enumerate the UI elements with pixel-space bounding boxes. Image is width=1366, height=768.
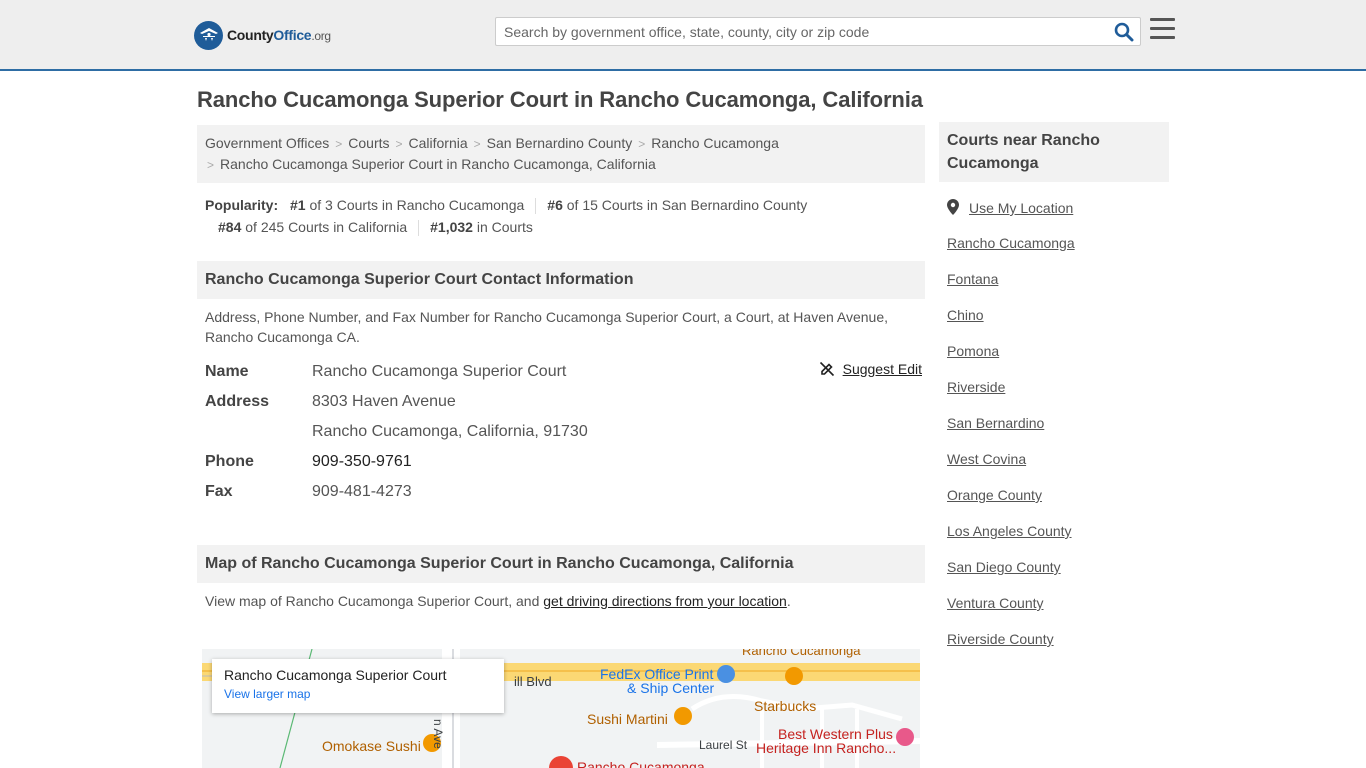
logo-text: CountyOffice.org [227,27,331,43]
map-description: View map of Rancho Cucamonga Superior Co… [205,593,791,609]
chevron-right-icon: > [638,137,646,151]
map-label-hill-blvd: ill Blvd [514,674,552,689]
sidebar-link-west-covina[interactable]: West Covina [947,451,1026,467]
sidebar-link-fontana[interactable]: Fontana [947,271,998,287]
name-value: Rancho Cucamonga Superior Court [312,363,567,380]
search-icon[interactable] [1114,22,1134,42]
address-line2: Rancho Cucamonga, California, 91730 [312,423,588,440]
contact-description: Address, Phone Number, and Fax Number fo… [205,309,888,345]
phone-label: Phone [205,453,254,470]
map-heading: Map of Rancho Cucamonga Superior Court i… [197,545,925,583]
use-my-location-item: Use My Location [947,199,1169,235]
popularity: Popularity: #1 of 3 Courts in Rancho Cuc… [197,194,925,238]
driving-directions-link[interactable]: get driving directions from your locatio… [543,593,787,609]
sidebar-link-san-bernardino[interactable]: San Bernardino [947,415,1044,431]
name-label: Name [205,363,249,380]
chevron-right-icon: > [207,158,215,172]
map-label-rancho-top: Rancho Cucamonga [742,649,861,658]
divider [418,220,420,237]
page-title: Rancho Cucamonga Superior Court in Ranch… [197,87,923,112]
breadcrumb: Government Offices > Courts > California > San… [197,125,925,183]
suggest-edit-label: Suggest Edit [842,361,922,377]
sidebar-link-rancho-cucamonga[interactable]: Rancho Cucamonga [947,235,1075,251]
map-label-rancho-bottom: Rancho Cucamonga [577,759,705,768]
breadcrumb-california[interactable]: California [409,135,468,151]
contact-table: Suggest Edit Name Rancho Cucamonga Superi… [197,357,925,507]
site-logo[interactable]: CountyOffice.org [194,20,331,50]
sidebar-link-riverside[interactable]: Riverside [947,379,1005,395]
search-box [495,17,1141,46]
map-poi-starbucks[interactable]: Starbucks [754,698,816,714]
sidebar-link-pomona[interactable]: Pomona [947,343,999,359]
suggest-edit-button[interactable]: Suggest Edit [819,361,922,377]
map-card-title: Rancho Cucamonga Superior Court [224,667,447,683]
map-embed[interactable]: Rancho Cucamonga ill Blvd FedEx Office P… [202,649,920,768]
sidebar-link-chino[interactable]: Chino [947,307,984,323]
fax-label: Fax [205,483,233,500]
breadcrumb-government-offices[interactable]: Government Offices [205,135,329,151]
search-input[interactable] [504,22,1094,42]
phone-link[interactable]: 909-350-9761 [312,453,412,470]
map-poi-fedex-line2: & Ship Center [627,680,715,696]
sidebar-link-orange-county[interactable]: Orange County [947,487,1042,503]
breadcrumb-courts[interactable]: Courts [348,135,389,151]
address-line1: 8303 Haven Avenue [312,393,456,410]
breadcrumb-current: Rancho Cucamonga Superior Court in Ranch… [220,156,656,172]
use-my-location-link[interactable]: Use My Location [969,200,1073,216]
map-pin-icon [947,199,959,215]
row-name: Name Rancho Cucamonga Superior Court [205,357,917,387]
sidebar-list: Use My Location Rancho Cucamonga Fontana… [939,199,1169,667]
hamburger-menu-icon[interactable] [1150,18,1175,42]
row-fax: Fax 909-481-4273 [205,477,917,507]
sidebar-heading: Courts near Rancho Cucamonga [939,122,1169,182]
popularity-item: #84 of 245 Courts in California [218,219,408,235]
map-poi-sushi-martini[interactable]: Sushi Martini [587,711,668,727]
divider [535,198,537,215]
chevron-right-icon: > [395,137,403,151]
map-info-card: Rancho Cucamonga Superior Court View lar… [212,659,504,713]
site-header: CountyOffice.org [0,0,1366,71]
popularity-item: #1 of 3 Courts in Rancho Cucamonga [290,197,525,213]
popularity-item: #6 of 15 Courts in San Bernardino County [547,197,808,213]
map-label-laurel-st: Laurel St [699,738,748,752]
sidebar-link-los-angeles-county[interactable]: Los Angeles County [947,523,1072,539]
view-larger-map-link[interactable]: View larger map [224,687,492,701]
sidebar-link-san-diego-county[interactable]: San Diego County [947,559,1061,575]
address-label: Address [205,393,270,410]
map-poi-omokase-sushi[interactable]: Omokase Sushi [322,738,421,754]
breadcrumb-rancho-cucamonga[interactable]: Rancho Cucamonga [651,135,779,151]
row-phone: Phone 909-350-9761 [205,447,917,477]
map-poi-best-western-line2: Heritage Inn Rancho... [756,740,897,756]
sidebar-link-ventura-county[interactable]: Ventura County [947,595,1044,611]
breadcrumb-san-bernardino-county[interactable]: San Bernardino County [487,135,633,151]
logo-seal-icon [194,20,223,50]
sidebar-link-riverside-county[interactable]: Riverside County [947,631,1054,647]
main-content: Rancho Cucamonga Superior Court in Ranch… [197,84,925,611]
chevron-right-icon: > [335,137,343,151]
popularity-label: Popularity: [205,197,279,213]
contact-heading: Rancho Cucamonga Superior Court Contact … [197,261,925,299]
row-address: Address 8303 Haven Avenue [205,387,917,417]
fax-value: 909-481-4273 [312,483,412,500]
edit-off-icon [819,361,834,377]
chevron-right-icon: > [473,137,481,151]
sidebar: Courts near Rancho Cucamonga Use My Loca… [939,122,1169,667]
map-label-haven-ave: n Ave [431,719,445,749]
row-address-2: Rancho Cucamonga, California, 91730 [205,417,917,447]
popularity-item: #1,032 in Courts [430,219,533,235]
